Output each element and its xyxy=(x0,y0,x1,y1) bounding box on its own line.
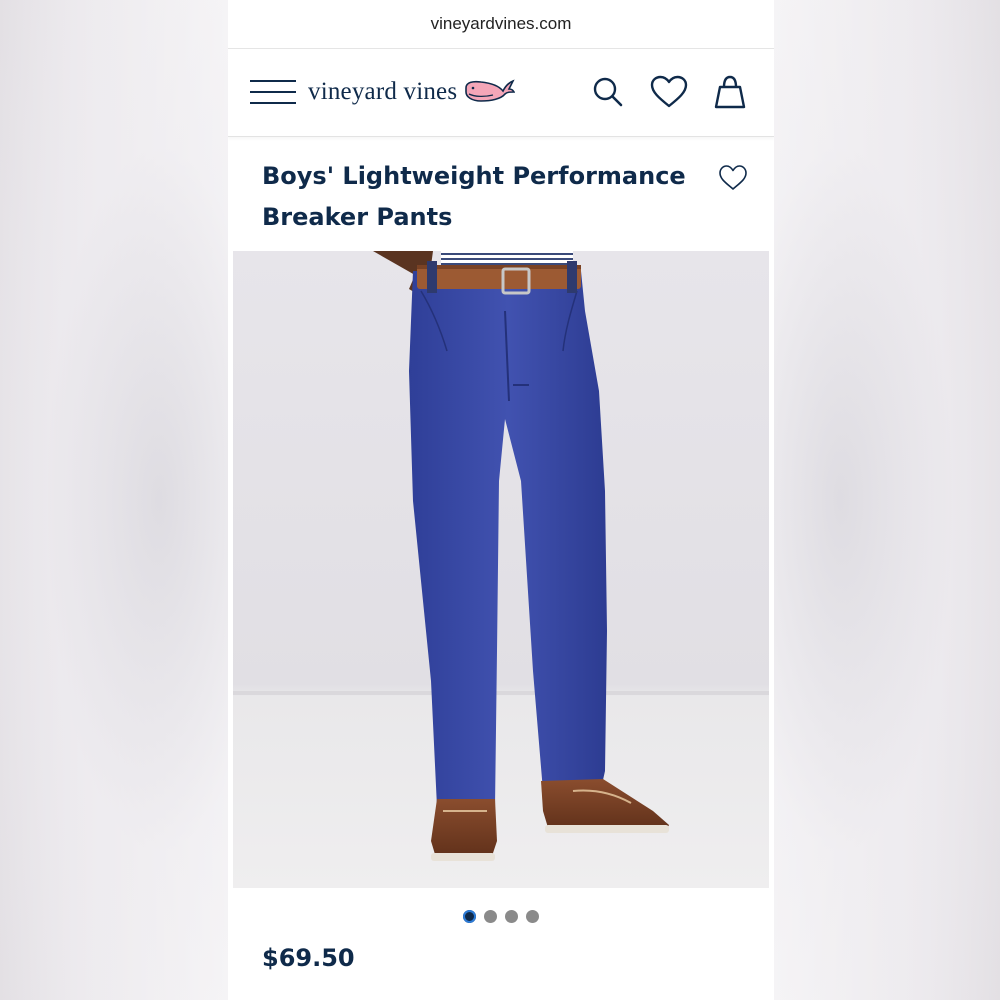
whale-logo-icon xyxy=(465,79,516,102)
mobile-page: vineyardvines.com vineyard vines Boys' L… xyxy=(228,0,774,1000)
product-photo xyxy=(233,251,769,888)
carousel-dot-4[interactable] xyxy=(526,910,539,923)
image-carousel-dots xyxy=(228,910,774,923)
brand-logo[interactable]: vineyard vines xyxy=(308,74,516,110)
product-title-line-2: Breaker Pants xyxy=(262,203,453,231)
product-title: Boys' Lightweight Performance Breaker Pa… xyxy=(262,156,692,238)
product-title-line-1: Boys' Lightweight Performance xyxy=(262,162,686,190)
product-image[interactable] xyxy=(233,251,769,888)
shopping-bag-icon[interactable] xyxy=(712,74,748,110)
site-header: vineyard vines xyxy=(228,48,774,137)
browser-url-bar[interactable]: vineyardvines.com xyxy=(228,0,774,49)
carousel-dot-2[interactable] xyxy=(484,910,497,923)
brand-name: vineyard vines xyxy=(308,78,458,105)
heart-icon[interactable] xyxy=(649,74,689,110)
background-blur-left xyxy=(0,0,228,1000)
carousel-dot-1[interactable] xyxy=(463,910,476,923)
heart-outline-icon[interactable] xyxy=(718,164,748,192)
product-price: $69.50 xyxy=(262,944,355,972)
url-text: vineyardvines.com xyxy=(430,14,572,33)
hamburger-menu-icon[interactable] xyxy=(250,78,296,106)
search-icon[interactable] xyxy=(590,74,626,110)
carousel-dot-3[interactable] xyxy=(505,910,518,923)
background-blur-right xyxy=(772,0,1000,1000)
